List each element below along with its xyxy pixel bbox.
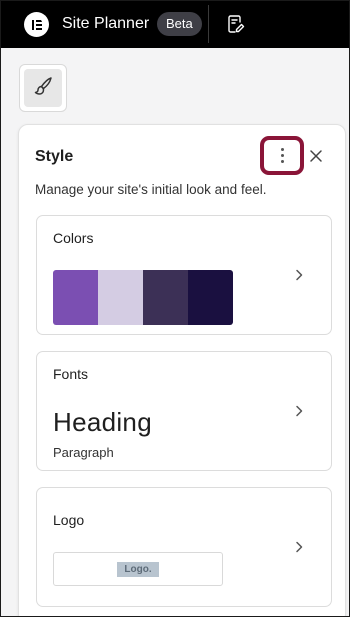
chevron-right-icon: [296, 405, 303, 417]
paragraph-font-sample: Paragraph: [53, 445, 114, 460]
logo-placeholder: Logo.: [117, 561, 159, 577]
logo-card[interactable]: Logo Logo.: [36, 487, 332, 607]
logo-preview: Logo.: [53, 552, 223, 586]
top-bar: ✦ Site Planner Beta: [0, 0, 350, 48]
elementor-logo-icon[interactable]: ✦: [24, 12, 49, 37]
panel-description: Manage your site's initial look and feel…: [35, 182, 267, 197]
sparkle-icon: ✦: [37, 13, 46, 24]
colors-card[interactable]: Colors: [36, 215, 332, 335]
style-panel: Style Manage your site's initial look an…: [18, 124, 346, 617]
topbar-divider: [208, 5, 209, 43]
colors-card-title: Colors: [53, 230, 94, 246]
panel-title: Style: [35, 148, 74, 165]
color-swatch: [53, 270, 98, 325]
app-title: Site Planner: [62, 15, 150, 32]
paintbrush-icon: [32, 75, 54, 102]
color-swatch: [188, 270, 233, 325]
chevron-right-icon: [296, 541, 303, 553]
more-vertical-icon: [280, 148, 284, 163]
close-icon[interactable]: [309, 149, 323, 163]
chevron-right-icon: [296, 269, 303, 281]
color-swatch: [98, 270, 143, 325]
style-tool-button[interactable]: [19, 64, 67, 112]
fonts-card-title: Fonts: [53, 366, 89, 382]
color-palette: [53, 270, 233, 325]
logo-card-title: Logo: [53, 512, 85, 528]
color-swatch: [143, 270, 188, 325]
beta-badge: Beta: [157, 12, 202, 36]
fonts-card[interactable]: Fonts Heading Paragraph: [36, 351, 332, 471]
page-edit-icon[interactable]: [226, 14, 246, 34]
more-options-button[interactable]: [260, 136, 304, 175]
heading-font-sample: Heading: [53, 407, 152, 437]
